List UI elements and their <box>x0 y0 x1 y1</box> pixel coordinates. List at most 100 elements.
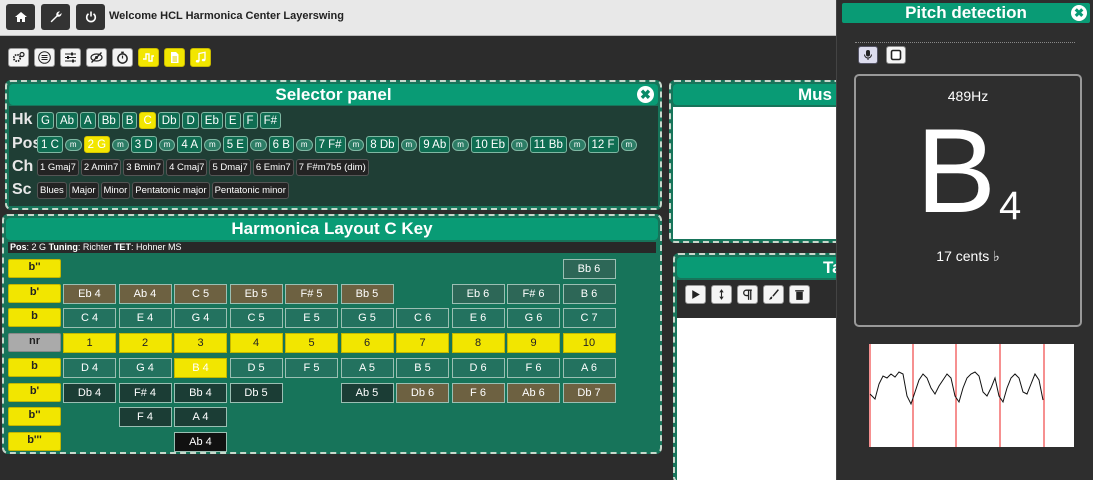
note-cell[interactable]: Bb 5 <box>340 283 394 304</box>
note-cell[interactable]: 4 <box>229 333 283 354</box>
chord-chip[interactable]: 2 Amin7 <box>80 158 122 176</box>
key-chip[interactable]: D <box>182 111 199 129</box>
note-cell[interactable]: C 4 <box>63 308 116 329</box>
note-cell[interactable]: B 5 <box>396 357 449 378</box>
row-label[interactable]: b''' <box>8 431 61 451</box>
note-cell[interactable]: C 5 <box>229 308 283 329</box>
note-cell[interactable]: 2 <box>118 333 172 354</box>
mode-chip[interactable]: m <box>620 138 638 151</box>
note-cell[interactable]: E 5 <box>285 308 338 329</box>
note-cell[interactable]: G 6 <box>507 308 560 329</box>
chord-chip[interactable]: 5 Dmaj7 <box>209 158 251 176</box>
scale-chip[interactable]: Pentatonic major <box>132 181 210 199</box>
note-cell[interactable]: Db 6 <box>396 382 449 403</box>
note-cell[interactable]: A 6 <box>562 357 616 378</box>
note-cell[interactable]: F 5 <box>285 357 338 378</box>
position-chip[interactable]: 4 A <box>177 135 203 153</box>
note-cell[interactable]: 7 <box>396 333 449 354</box>
mode-chip[interactable]: m <box>112 138 129 151</box>
scale-chip[interactable]: Minor <box>100 181 131 199</box>
sliders-button[interactable] <box>60 48 81 67</box>
note-cell[interactable]: Eb 6 <box>451 283 505 304</box>
note-cell[interactable]: Ab 4 <box>118 283 172 304</box>
note-cell[interactable]: F 4 <box>118 407 172 428</box>
note-cell[interactable]: Db 4 <box>63 382 116 403</box>
mode-chip[interactable]: m <box>400 138 418 151</box>
note-cell[interactable]: A 4 <box>174 407 227 428</box>
pilcrow-button[interactable] <box>737 285 758 304</box>
position-chip[interactable]: 1 C <box>37 135 63 153</box>
mode-chip[interactable]: m <box>64 138 82 151</box>
position-chip[interactable]: 11 Bb <box>529 135 567 153</box>
key-chip[interactable]: C <box>139 111 156 129</box>
note-cell[interactable]: G 4 <box>174 308 227 329</box>
scale-chip[interactable]: Blues <box>37 181 67 199</box>
position-chip[interactable]: 9 Ab <box>419 135 451 153</box>
note-cell[interactable]: 1 <box>63 333 116 354</box>
position-chip[interactable]: 12 F <box>587 135 619 153</box>
play-button[interactable] <box>685 285 706 304</box>
mode-chip[interactable]: m <box>249 138 267 151</box>
chord-chip[interactable]: 7 F#m7b5 (dim) <box>295 158 369 176</box>
note-cell[interactable]: G 4 <box>118 357 172 378</box>
note-cell[interactable]: Bb 4 <box>174 382 227 403</box>
note-cell[interactable]: B 4 <box>174 357 227 378</box>
updown-button[interactable] <box>711 285 732 304</box>
wave-button[interactable] <box>138 48 159 67</box>
row-label[interactable]: b' <box>8 382 61 402</box>
mode-chip[interactable]: m <box>568 138 586 151</box>
chord-chip[interactable]: 4 Cmaj7 <box>166 158 208 176</box>
row-label[interactable]: b'' <box>8 407 61 427</box>
key-chip[interactable]: Ab <box>55 111 79 129</box>
note-cell[interactable]: 3 <box>174 333 227 354</box>
key-chip[interactable]: A <box>80 111 96 129</box>
key-chip[interactable]: F <box>242 111 258 129</box>
note-cell[interactable]: C 7 <box>562 308 616 329</box>
trash-button[interactable] <box>789 285 810 304</box>
settings-button[interactable] <box>41 4 70 30</box>
row-label[interactable]: b'' <box>8 259 61 278</box>
key-chip[interactable]: E <box>224 111 241 129</box>
note-cell[interactable]: Ab 6 <box>507 382 560 403</box>
note-cell[interactable]: F 6 <box>451 382 505 403</box>
note-cell[interactable]: C 6 <box>396 308 449 329</box>
note-cell[interactable]: F 6 <box>507 357 560 378</box>
scale-chip[interactable]: Pentatonic minor <box>211 181 289 199</box>
timer-button[interactable] <box>112 48 133 67</box>
note-cell[interactable]: Eb 4 <box>63 283 116 304</box>
position-chip[interactable]: 6 B <box>268 135 294 153</box>
note-cell[interactable]: C 5 <box>174 283 227 304</box>
note-cell[interactable]: 9 <box>507 333 560 354</box>
music-button[interactable] <box>190 48 211 67</box>
note-cell[interactable]: 10 <box>562 333 616 354</box>
mode-chip[interactable]: m <box>347 138 365 151</box>
position-chip[interactable]: 2 G <box>83 135 111 153</box>
row-label[interactable]: b <box>8 357 61 377</box>
note-cell[interactable]: F# 4 <box>118 382 172 403</box>
key-chip[interactable]: Eb <box>200 111 223 129</box>
mode-chip[interactable]: m <box>204 138 221 151</box>
row-label[interactable]: nr <box>8 333 61 353</box>
mode-chip[interactable]: m <box>295 138 313 151</box>
menu-button[interactable] <box>34 48 55 67</box>
mode-chip[interactable]: m <box>158 138 176 151</box>
note-cell[interactable]: Eb 5 <box>229 283 283 304</box>
note-cell[interactable]: Db 5 <box>229 382 283 403</box>
key-chip[interactable]: F# <box>259 111 281 129</box>
note-cell[interactable]: F# 5 <box>285 283 338 304</box>
note-cell[interactable]: Ab 4 <box>174 431 227 452</box>
note-cell[interactable]: 8 <box>451 333 505 354</box>
note-cell[interactable]: D 5 <box>229 357 283 378</box>
stop-button[interactable] <box>886 46 906 64</box>
position-chip[interactable]: 5 E <box>222 135 248 153</box>
note-cell[interactable]: D 4 <box>63 357 116 378</box>
brush-button[interactable] <box>763 285 784 304</box>
row-label[interactable]: b' <box>8 283 61 303</box>
pitch-close-button[interactable]: ✖ <box>1071 5 1087 21</box>
position-chip[interactable]: 8 Db <box>366 135 399 153</box>
note-cell[interactable]: D 6 <box>451 357 505 378</box>
note-cell[interactable]: A 5 <box>340 357 394 378</box>
chord-chip[interactable]: 1 Gmaj7 <box>37 158 79 176</box>
note-cell[interactable]: Bb 6 <box>562 259 616 279</box>
mode-chip[interactable]: m <box>510 138 528 151</box>
